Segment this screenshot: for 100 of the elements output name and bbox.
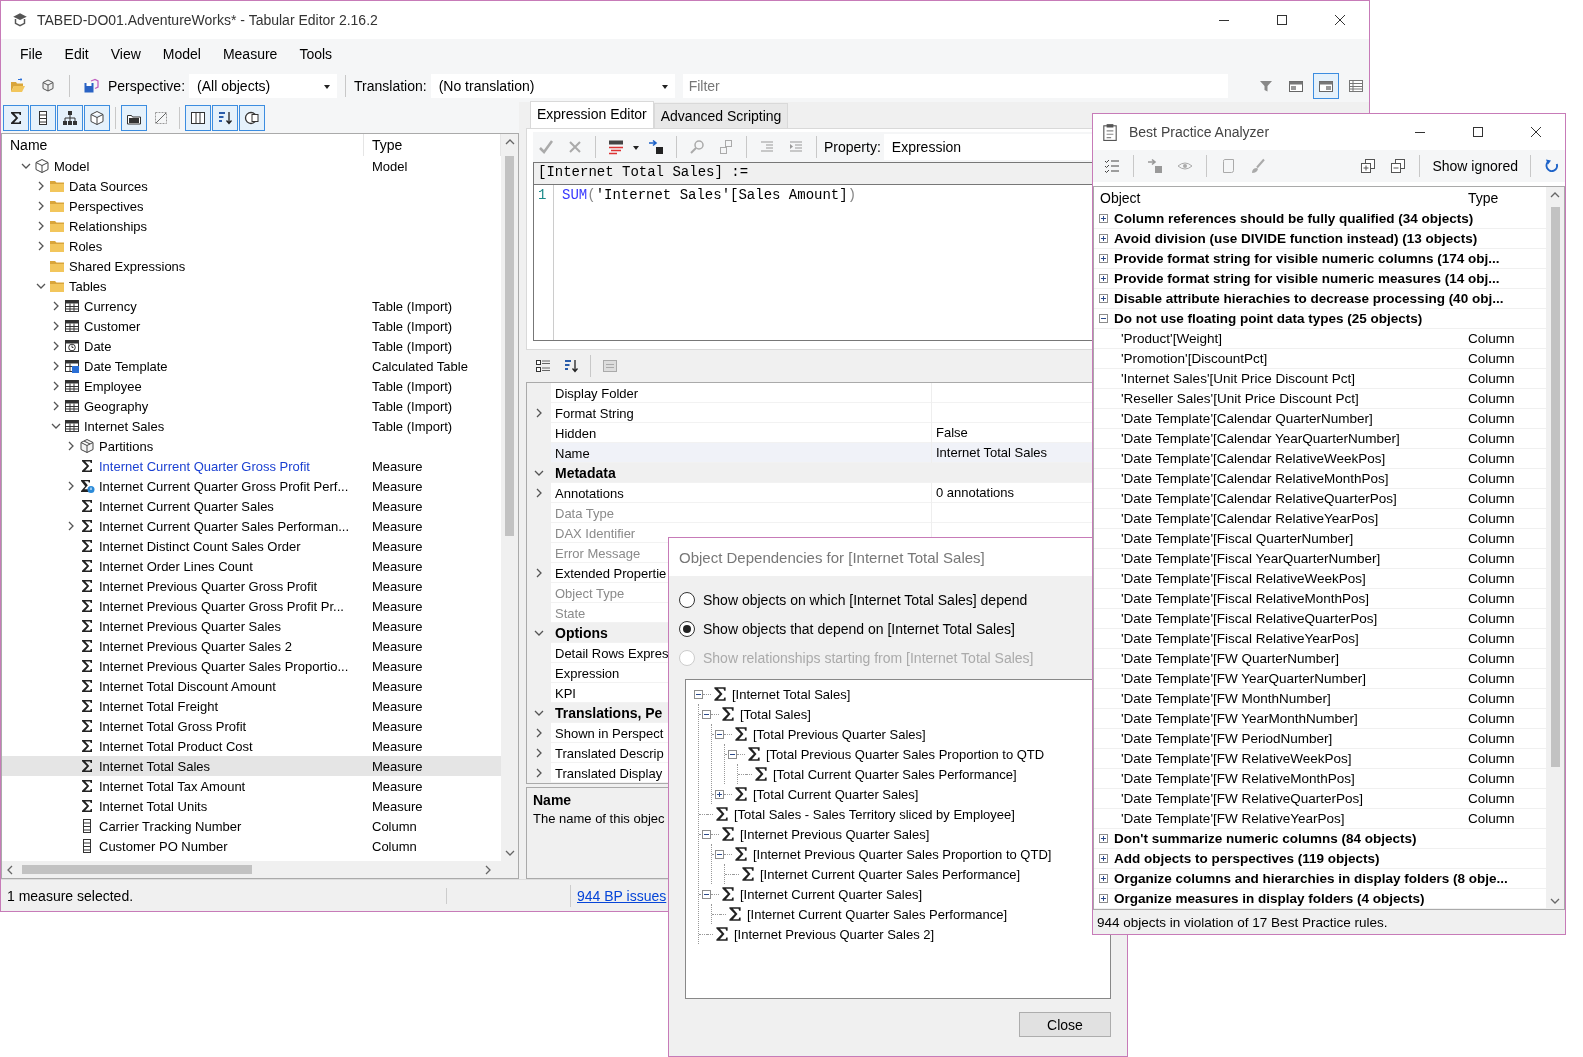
object-row[interactable]: 'Reseller Sales'[Unit Price Discount Pct] Column	[1094, 389, 1546, 409]
tree-item[interactable]: [Total Previous Quarter Sales]	[750, 726, 926, 742]
tree-row[interactable]: Data Sources	[2, 176, 501, 196]
collapse-icon[interactable]	[1099, 314, 1108, 323]
collapse-icon[interactable]	[702, 709, 711, 719]
expand-icon[interactable]	[1099, 874, 1108, 883]
object-row[interactable]: 'Date Template'[Fiscal RelativeMonthPos] Column	[1094, 589, 1546, 609]
tree-row[interactable]: Internet Previous Quarter Sales Measure	[2, 616, 501, 636]
tree-row[interactable]: Partitions	[2, 436, 501, 456]
tree-item[interactable]: [Internet Previous Quarter Sales Proportion to QTD]	[750, 846, 1052, 862]
tree-row[interactable]: Internet Current Quarter Sales Performan... Measure	[2, 516, 501, 536]
object-row[interactable]: 'Date Template'[Fiscal RelativeWeekPos] Column	[1094, 569, 1546, 589]
tree-row[interactable]: Internet Total Freight Measure	[2, 696, 501, 716]
collapse-icon[interactable]	[702, 829, 711, 839]
object-row[interactable]: 'Date Template'[FW PeriodNumber] Column	[1094, 729, 1546, 749]
object-row[interactable]: 'Date Template'[Fiscal QuarterNumber] Column	[1094, 529, 1546, 549]
tree-item[interactable]: [Total Sales]	[737, 706, 811, 722]
tree-row[interactable]: Internet Previous Quarter Sales 2 Measure	[2, 636, 501, 656]
tree-row[interactable]: Internet Total Units Measure	[2, 796, 501, 816]
circle-button[interactable]	[239, 104, 265, 131]
rule-row[interactable]: Organize measures in display folders (4 objects)	[1094, 889, 1546, 909]
rule-row[interactable]: Disable attribute hierachies to decrease processing (40 obj...	[1094, 289, 1546, 309]
cube-button[interactable]	[84, 104, 110, 131]
sigma-button[interactable]	[3, 104, 29, 131]
object-row[interactable]: 'Date Template'[Fiscal RelativeYearPos] Column	[1094, 629, 1546, 649]
object-row[interactable]: 'Date Template'[Calendar RelativeWeekPos] Column	[1094, 449, 1546, 469]
object-row[interactable]: 'Date Template'[Calendar YearQuarterNumber] Column	[1094, 429, 1546, 449]
tree-item[interactable]: [Internet Current Quarter Sales Performance]	[757, 866, 1021, 882]
object-row[interactable]: 'Date Template'[Calendar RelativeYearPos] Column	[1094, 509, 1546, 529]
expand-icon[interactable]	[1099, 274, 1108, 283]
object-row[interactable]: 'Date Template'[Calendar RelativeMonthPos] Column	[1094, 469, 1546, 489]
menu-item[interactable]: Tools	[288, 42, 344, 66]
translation-dropdown[interactable]: (No translation)	[430, 73, 675, 98]
tree-row[interactable]: Internet Current Quarter Gross Profit Measure	[2, 456, 501, 476]
rule-row[interactable]: Avoid division (use DIVIDE function instead) (13 objects)	[1094, 229, 1546, 249]
scroll-thumb[interactable]	[505, 156, 514, 536]
expand-icon[interactable]	[1099, 854, 1108, 863]
tree-item[interactable]: [Total Sales - Sales Territory sliced by Employee]	[731, 806, 1015, 822]
tree-row[interactable]: Perspectives	[2, 196, 501, 216]
tree-item[interactable]: [Internet Current Quarter Sales]	[737, 886, 923, 902]
tab[interactable]: Expression Editor	[530, 101, 654, 128]
columns-button[interactable]	[185, 104, 211, 131]
tree-row[interactable]: Internet Previous Quarter Gross Profit Pr... Measure	[2, 596, 501, 616]
rule-row[interactable]: Don't summarize numeric columns (84 objects)	[1094, 829, 1546, 849]
tab[interactable]: Advanced Scripting	[653, 103, 789, 128]
collapse-icon[interactable]	[728, 749, 737, 759]
menu-item[interactable]: View	[99, 42, 152, 66]
tree-item[interactable]: [Total Current Quarter Sales]	[750, 786, 919, 802]
tree-row[interactable]: Internet Total Gross Profit Measure	[2, 716, 501, 736]
collapse-icon[interactable]	[694, 689, 703, 699]
tree-item[interactable]: [Internet Current Quarter Sales Performance]	[744, 906, 1008, 922]
rule-row[interactable]: Add objects to perspectives (119 objects)	[1094, 849, 1546, 869]
tree-row[interactable]: Customer Table (Import)	[2, 316, 501, 336]
tree-row[interactable]: Relationships	[2, 216, 501, 236]
panel-button[interactable]	[1313, 72, 1339, 99]
column-header[interactable]: Name	[2, 134, 364, 156]
object-row[interactable]: 'Date Template'[FW QuarterNumber] Column	[1094, 649, 1546, 669]
object-row[interactable]: 'Date Template'[Calendar RelativeQuarterPos] Column	[1094, 489, 1546, 509]
tree-row[interactable]: Currency Table (Import)	[2, 296, 501, 316]
object-row[interactable]: 'Internet Sales'[Unit Price Discount Pct] Column	[1094, 369, 1546, 389]
vertical-scrollbar[interactable]	[1546, 187, 1564, 909]
object-row[interactable]: 'Date Template'[FW RelativeQuarterPos] Column	[1094, 789, 1546, 809]
filter-field[interactable]: Filter	[682, 73, 1228, 98]
rule-row[interactable]: Provide format string for visible numeric measures (14 obj...	[1094, 269, 1546, 289]
tree-item[interactable]: [Internet Previous Quarter Sales]	[737, 826, 930, 842]
tree-row[interactable]: Shared Expressions	[2, 256, 501, 276]
tree-row[interactable]: Internet Total Product Cost Measure	[2, 736, 501, 756]
menu-item[interactable]: Model	[151, 42, 212, 66]
tree-row[interactable]: Model Model	[2, 156, 501, 176]
menu-item[interactable]: Measure	[211, 42, 289, 66]
object-row[interactable]: 'Date Template'[FW RelativeMonthPos] Column	[1094, 769, 1546, 789]
expand-icon[interactable]	[1099, 234, 1108, 243]
tree-row[interactable]: Carrier Tracking Number Column	[2, 816, 501, 836]
close-button[interactable]: Close	[1019, 1012, 1111, 1037]
vertical-scrollbar[interactable]	[501, 156, 518, 861]
issues-link[interactable]: 944 BP issues	[571, 887, 667, 904]
object-row[interactable]: 'Date Template'[Fiscal YearQuarterNumber] Column	[1094, 549, 1546, 569]
sort-button[interactable]	[212, 104, 238, 131]
menu-item[interactable]: File	[9, 42, 54, 66]
collapse-icon[interactable]	[715, 849, 724, 859]
column-header[interactable]: Type	[1462, 187, 1546, 209]
tree-row[interactable]: Internet Current Quarter Sales Measure	[2, 496, 501, 516]
menu-item[interactable]: Edit	[53, 42, 100, 66]
horizontal-scrollbar[interactable]	[2, 861, 518, 878]
expand-icon[interactable]	[1099, 894, 1108, 903]
tree-row[interactable]: Employee Table (Import)	[2, 376, 501, 396]
tree-row[interactable]: Tables	[2, 276, 501, 296]
tree-row[interactable]: Internet Previous Quarter Gross Profit Measure	[2, 576, 501, 596]
tree-row[interactable]: Internet Previous Quarter Sales Proportio... Measure	[2, 656, 501, 676]
tray-button[interactable]	[121, 104, 147, 131]
object-row[interactable]: 'Date Template'[FW RelativeYearPos] Column	[1094, 809, 1546, 829]
rule-row[interactable]: Do not use floating point data types (25 objects)	[1094, 309, 1546, 329]
column-button[interactable]	[30, 104, 56, 131]
tree-row[interactable]: Date Table (Import)	[2, 336, 501, 356]
tree-row[interactable]: Internet Current Quarter Gross Profit Perf... Measure	[2, 476, 501, 496]
object-row[interactable]: 'Product'[Weight] Column	[1094, 329, 1546, 349]
radio-button[interactable]	[679, 591, 695, 608]
collapse-icon[interactable]	[715, 729, 724, 739]
tree-row[interactable]: Roles	[2, 236, 501, 256]
object-row[interactable]: 'Date Template'[Calendar QuarterNumber] Column	[1094, 409, 1546, 429]
